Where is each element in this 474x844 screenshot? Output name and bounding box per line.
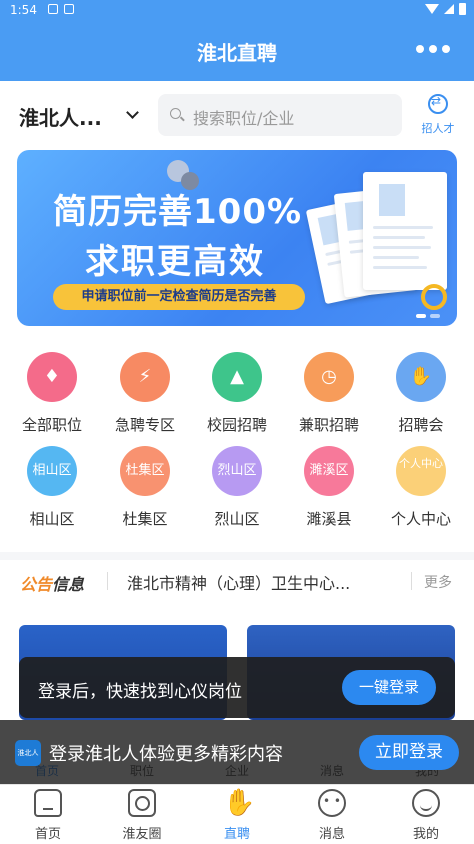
message-icon <box>318 789 346 817</box>
handshake-icon: ✋ <box>223 788 256 818</box>
grid-item-label: 校园招聘 <box>206 416 267 434</box>
status-bar: 1:54 <box>0 0 474 22</box>
profile-icon <box>412 789 440 817</box>
signal-icon <box>444 4 454 14</box>
recruit-talent-button[interactable]: 招人才 <box>418 94 458 136</box>
home-icon <box>34 789 62 817</box>
grid-item-campus-recruit[interactable]: ▲ 校园招聘 <box>192 352 282 435</box>
magnifier-icon <box>421 284 447 310</box>
grid-item-label: 急聘专区 <box>114 416 175 434</box>
grid-item-duji[interactable]: 杜集区 杜集区 <box>100 446 190 529</box>
grid-item-all-jobs[interactable]: ♦ 全部职位 <box>7 352 97 435</box>
app-header: 1:54 淮北直聘 <box>0 0 474 81</box>
divider <box>411 572 412 590</box>
resume-paper-illustration <box>363 172 447 290</box>
wifi-icon <box>425 4 439 14</box>
one-click-login-button[interactable]: 一键登录 <box>342 670 436 705</box>
district-icon: 杜集区 <box>120 446 170 496</box>
tab-label: 我的 <box>412 827 439 842</box>
status-time: 1:54 <box>10 3 37 17</box>
search-input[interactable]: 搜索职位/企业 <box>158 94 402 136</box>
notification-icon <box>64 4 74 14</box>
promo-banner[interactable]: 简历完善100% 求职更高效 申请职位前一定检查简历是否完善 <box>17 150 457 326</box>
grid-item-suixi[interactable]: 濉溪区 濉溪县 <box>284 446 374 529</box>
chevron-down-icon[interactable] <box>126 106 139 119</box>
notice-tag: 公告信息 <box>20 575 85 594</box>
grid-item-part-time[interactable]: ◷ 兼职招聘 <box>284 352 374 435</box>
login-toast: 登录后，快速找到心仪岗位 一键登录 <box>19 657 455 718</box>
search-placeholder: 搜索职位/企业 <box>193 109 295 128</box>
district-icon: 相山区 <box>27 446 77 496</box>
grid-item-label: 全部职位 <box>21 416 82 434</box>
login-now-button[interactable]: 立即登录 <box>359 735 459 770</box>
grid-item-urgent-jobs[interactable]: ⚡ 急聘专区 <box>100 352 190 435</box>
login-prompt-message: 登录淮北人体验更多精彩内容 <box>49 744 283 765</box>
tab-community[interactable]: 淮友圈 <box>102 789 182 842</box>
city-selector[interactable]: 淮北人... <box>19 102 102 131</box>
more-menu-icon[interactable] <box>416 45 450 53</box>
banner-tip: 申请职位前一定检查简历是否完善 <box>53 284 305 310</box>
tab-label: 消息 <box>318 827 345 842</box>
tie-icon: ♦ <box>27 352 77 402</box>
grid-item-label: 招聘会 <box>398 416 444 434</box>
banner-headline-1: 简历完善100% <box>53 192 303 232</box>
grid-item-label: 濉溪县 <box>306 510 352 528</box>
person-icon: 个人中心 <box>396 446 446 496</box>
notification-icon <box>48 4 58 14</box>
grid-item-label: 个人中心 <box>390 510 451 528</box>
notice-headline[interactable]: 淮北市精神（心理）卫生中心... <box>127 570 377 594</box>
banner-headline-2: 求职更高效 <box>85 242 265 282</box>
search-icon <box>170 108 181 119</box>
graduation-cap-icon: ▲ <box>212 352 262 402</box>
login-prompt-bar: 淮北人 登录淮北人体验更多精彩内容 立即登录 <box>0 720 474 784</box>
bottom-tab-bar: 首页 淮友圈 ✋ 直聘 消息 我的 <box>0 784 474 844</box>
handshake-icon: ✋ <box>396 352 446 402</box>
tab-label: 直聘 <box>223 827 250 842</box>
grid-item-personal-center[interactable]: 个人中心 个人中心 <box>376 446 466 529</box>
grid-item-job-fair[interactable]: ✋ 招聘会 <box>376 352 466 435</box>
tab-messages[interactable]: 消息 <box>292 789 372 842</box>
grid-item-lieshan[interactable]: 烈山区 烈山区 <box>192 446 282 529</box>
tab-label: 淮友圈 <box>122 827 162 842</box>
bag-icon: ⚡ <box>120 352 170 402</box>
notice-more-link[interactable]: 更多 <box>424 572 452 592</box>
tab-profile[interactable]: 我的 <box>386 789 466 842</box>
toast-message: 登录后，快速找到心仪岗位 <box>38 682 242 702</box>
tab-home[interactable]: 首页 <box>8 789 88 842</box>
clock-icon: ◷ <box>304 352 354 402</box>
grid-item-label: 杜集区 <box>122 510 168 528</box>
page-title: 淮北直聘 <box>197 41 277 65</box>
tab-label: 首页 <box>34 827 61 842</box>
grid-item-xiangshan[interactable]: 相山区 相山区 <box>7 446 97 529</box>
battery-icon <box>459 3 466 15</box>
status-icons <box>425 3 466 15</box>
tab-direct-hire[interactable]: ✋ 直聘 <box>197 789 277 842</box>
section-divider <box>0 552 474 560</box>
district-icon: 濉溪区 <box>304 446 354 496</box>
community-icon <box>128 789 156 817</box>
carousel-indicator <box>416 314 440 318</box>
district-icon: 烈山区 <box>212 446 262 496</box>
divider <box>107 572 108 590</box>
grid-item-label: 兼职招聘 <box>298 416 359 434</box>
grid-item-label: 烈山区 <box>214 510 260 528</box>
app-logo: 淮北人 <box>15 740 41 766</box>
recruit-talent-label: 招人才 <box>421 122 455 135</box>
switch-icon <box>428 94 448 114</box>
grid-item-label: 相山区 <box>29 510 75 528</box>
